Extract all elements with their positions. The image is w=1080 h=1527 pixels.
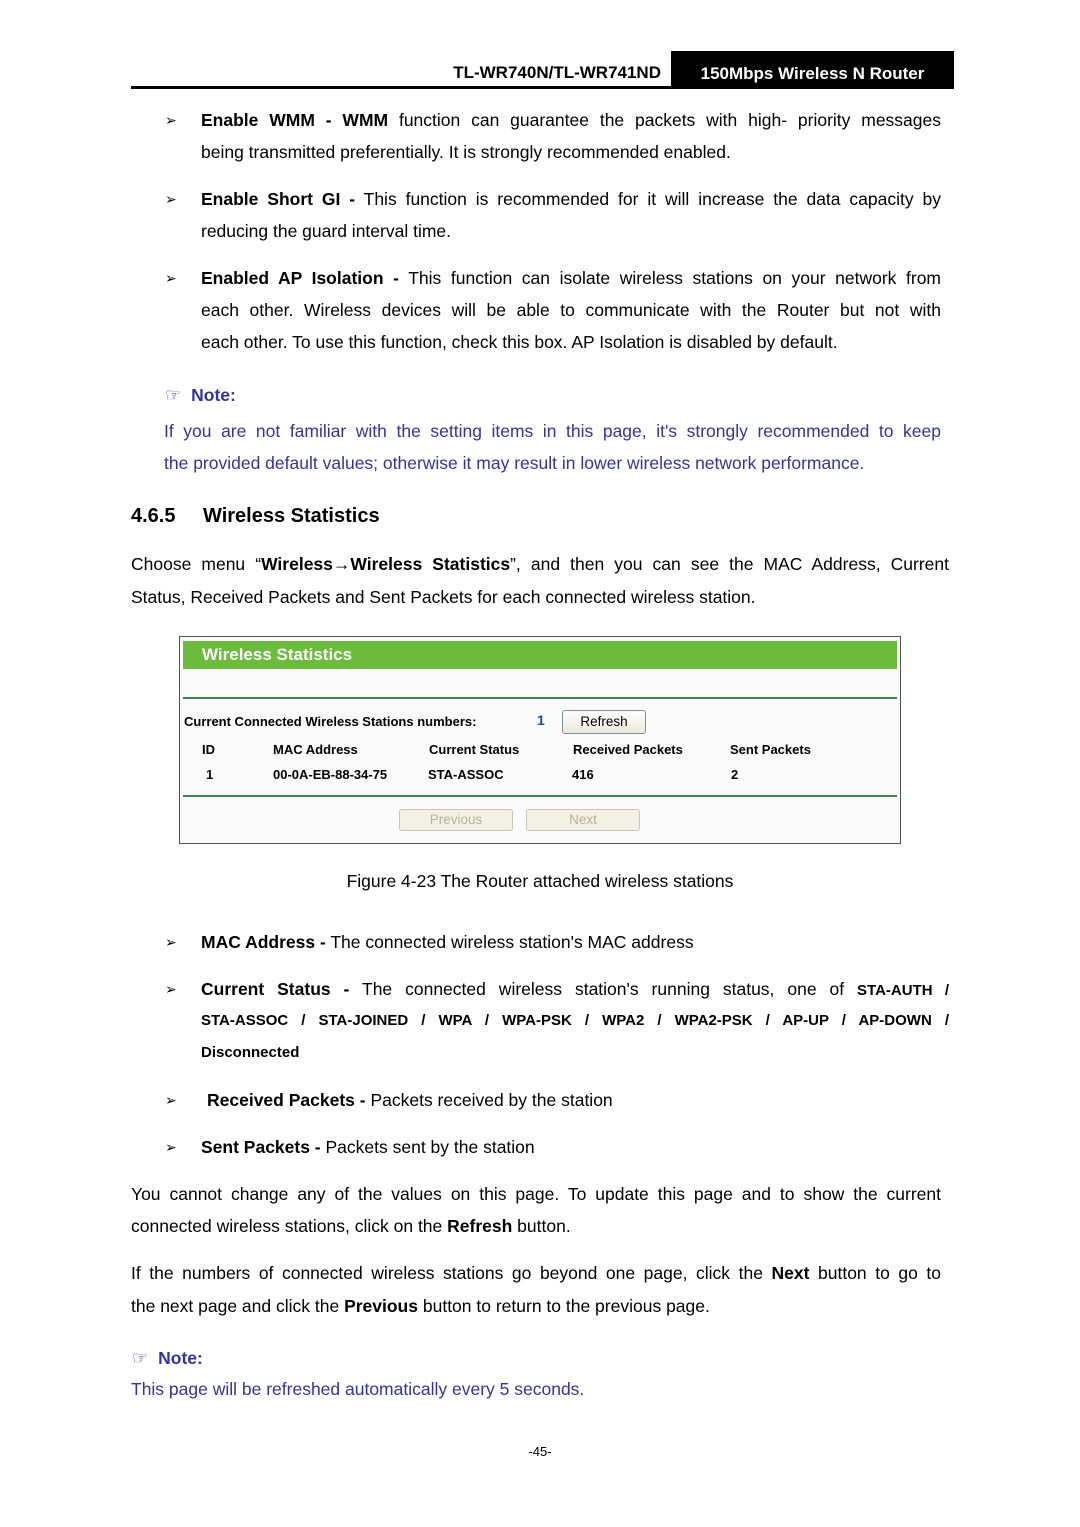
- bullet-apisolation-line2: each other. Wireless devices will be abl…: [201, 300, 941, 320]
- paragraph-text: button to go to: [809, 1263, 942, 1283]
- column-header-id: ID: [202, 742, 215, 757]
- paragraph-bold: Next: [771, 1263, 810, 1283]
- section-title-text: Wireless Statistics: [203, 505, 380, 527]
- section-intro-line2: Status, Received Packets and Sent Packet…: [131, 587, 756, 607]
- status-values: STA-AUTH /: [857, 982, 949, 999]
- bullet-term: Sent Packets -: [201, 1137, 321, 1157]
- bullet-term: Enable WMM - WMM: [201, 110, 389, 130]
- station-count-label: Current Connected Wireless Stations numb…: [184, 714, 477, 729]
- note-text-line1: If you are not familiar with the setting…: [164, 421, 941, 441]
- bullet-text: function can guarantee the packets with …: [388, 110, 942, 130]
- previous-button[interactable]: Previous: [399, 809, 513, 831]
- bullet-received: Received Packets - Packets received by t…: [207, 1084, 613, 1116]
- cell-sent: 2: [731, 767, 739, 782]
- next-button[interactable]: Next: [526, 809, 640, 831]
- bullet-mac: MAC Address - The connected wireless sta…: [201, 926, 694, 958]
- paragraph-text: If the numbers of connected wireless sta…: [131, 1263, 772, 1283]
- bullet-icon: ➢: [165, 981, 177, 997]
- paragraph-bold: Refresh: [447, 1216, 513, 1236]
- panel-divider: [183, 795, 897, 797]
- refresh-button[interactable]: Refresh: [562, 710, 646, 734]
- bullet-icon: ➢: [165, 270, 177, 286]
- bullet-apisolation-line3: each other. To use this function, check …: [201, 332, 838, 352]
- column-header-mac: MAC Address: [273, 742, 358, 757]
- bullet-status-line2: STA-ASSOC / STA-JOINED / WPA / WPA-PSK /…: [201, 1012, 949, 1029]
- bullet-term: Enable Short GI -: [201, 189, 356, 209]
- page-header: TL-WR740N/TL-WR741ND 150Mbps Wireless N …: [131, 51, 954, 89]
- bullet-text: This function can isolate wireless stati…: [398, 268, 941, 288]
- bullet-wmm-line2: being transmitted preferentially. It is …: [201, 142, 731, 162]
- paragraph-paging-line1: If the numbers of connected wireless sta…: [131, 1257, 941, 1289]
- paragraph-bold: Previous: [344, 1296, 418, 1316]
- paragraph-refresh-line2: connected wireless stations, click on th…: [131, 1210, 571, 1242]
- section-title: 4.6.5 Wireless Statistics: [131, 505, 380, 528]
- header-product: 150Mbps Wireless N Router: [671, 51, 954, 87]
- section-intro-line1: Choose menu “Wireless→Wireless Statistic…: [131, 548, 949, 580]
- bullet-sent: Sent Packets - Packets sent by the stati…: [201, 1131, 535, 1163]
- header-rule: [131, 86, 954, 89]
- bullet-icon: ➢: [165, 112, 177, 128]
- cell-mac: 00-0A-EB-88-34-75: [273, 767, 388, 782]
- station-count-value: 1: [537, 712, 545, 728]
- paragraph-text: connected wireless stations, click on th…: [131, 1216, 448, 1236]
- bullet-term: Received Packets -: [207, 1090, 366, 1110]
- paragraph-paging-line2: the next page and click the Previous but…: [131, 1290, 710, 1322]
- column-header-received: Received Packets: [573, 742, 683, 757]
- bullet-status-line3: Disconnected: [201, 1044, 300, 1061]
- cell-status: STA-ASSOC: [428, 767, 504, 782]
- intro-text: Choose menu “: [131, 554, 262, 574]
- bullet-text: The connected wireless station's MAC add…: [325, 932, 694, 952]
- wireless-statistics-panel: Wireless Statistics Current Connected Wi…: [179, 636, 901, 844]
- panel-divider: [183, 697, 897, 699]
- paragraph-text: button to return to the previous page.: [418, 1296, 710, 1316]
- note-text: This page will be refreshed automaticall…: [131, 1379, 585, 1399]
- bullet-shortgi-line2: reducing the guard interval time.: [201, 221, 451, 241]
- note-label: Note:: [191, 385, 236, 405]
- paragraph-text: button.: [512, 1216, 571, 1236]
- bullet-term: Current Status -: [201, 979, 350, 999]
- pointing-hand-icon: ☞: [165, 385, 182, 405]
- bullet-icon: ➢: [165, 934, 177, 950]
- bullet-term: Enabled AP Isolation -: [201, 268, 399, 288]
- paragraph-text: the next page and click the: [131, 1296, 345, 1316]
- page-number: -45-: [528, 1444, 552, 1459]
- bullet-status-line1: Current Status - The connected wireless …: [201, 973, 949, 1007]
- bullet-text: The connected wireless station's running…: [349, 979, 858, 999]
- column-header-status: Current Status: [429, 742, 520, 757]
- column-header-sent: Sent Packets: [730, 742, 811, 757]
- bullet-term: MAC Address -: [201, 932, 326, 952]
- intro-text: ”, and then you can see the MAC Address,…: [510, 554, 949, 574]
- bullet-icon: ➢: [165, 1092, 177, 1108]
- cell-received: 416: [572, 767, 594, 782]
- section-number: 4.6.5: [131, 505, 176, 527]
- bullet-text: This function is recommended for it will…: [355, 189, 941, 209]
- bullet-text: Packets sent by the station: [320, 1137, 535, 1157]
- panel-title: Wireless Statistics: [183, 641, 897, 669]
- note-heading: ☞ Note:: [165, 385, 236, 406]
- note-label: Note:: [158, 1348, 203, 1368]
- paragraph-refresh-line1: You cannot change any of the values on t…: [131, 1184, 941, 1204]
- bullet-apisolation-line1: Enabled AP Isolation - This function can…: [201, 262, 941, 294]
- cell-id: 1: [206, 767, 214, 782]
- note-text-line2: the provided default values; otherwise i…: [164, 453, 865, 473]
- bullet-icon: ➢: [165, 191, 177, 207]
- bullet-icon: ➢: [165, 1139, 177, 1155]
- bullet-wmm-line1: Enable WMM - WMM function can guarantee …: [201, 104, 941, 136]
- menu-path: Wireless→Wireless Statistics: [261, 554, 511, 574]
- figure-caption: Figure 4-23 The Router attached wireless…: [346, 871, 734, 891]
- bullet-shortgi-line1: Enable Short GI - This function is recom…: [201, 183, 941, 215]
- pointing-hand-icon: ☞: [132, 1348, 149, 1368]
- bullet-text: Packets received by the station: [365, 1090, 613, 1110]
- note-heading: ☞ Note:: [132, 1348, 203, 1369]
- header-model: TL-WR740N/TL-WR741ND: [453, 63, 661, 82]
